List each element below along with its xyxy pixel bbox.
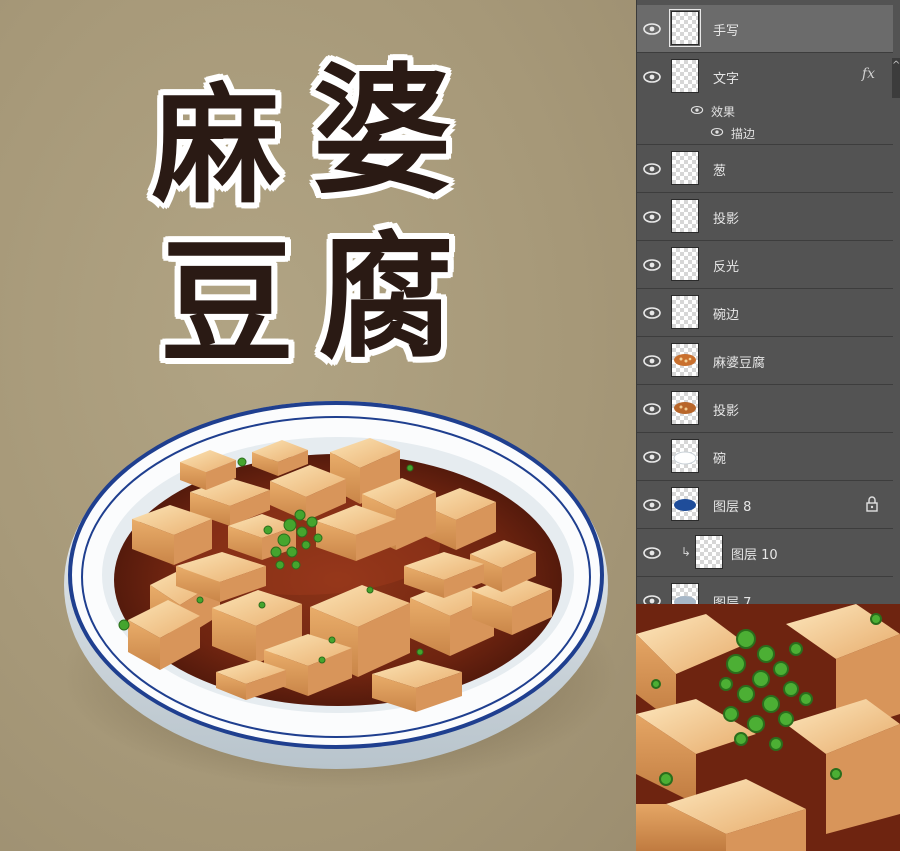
eye-icon[interactable] [641,591,663,604]
layer-row-bowl-edge[interactable]: 碗边 [637,289,893,337]
stroke-effect-label[interactable]: 描边 [731,125,755,142]
mapo-tofu-bowl [64,401,608,769]
layer-name: 图层 8 [713,500,752,515]
layer-thumbnail [671,487,699,521]
artwork-canvas[interactable]: 麻 豆 婆 腐 [0,0,636,851]
layer-thumbnail [671,59,699,93]
layer-thumbnail [671,295,699,329]
eye-icon[interactable] [641,351,663,371]
layer-name: 投影 [713,404,740,419]
eye-icon[interactable] [641,255,663,275]
eye-icon[interactable] [641,543,663,563]
layer-name: 麻婆豆腐 [713,356,766,371]
stroke-eye-icon[interactable] [709,125,725,139]
zoom-preview-image [636,604,900,851]
eye-icon[interactable] [641,495,663,515]
eye-icon[interactable] [641,159,663,179]
effects-eye-icon[interactable] [689,103,705,117]
layer-thumbnail [671,439,699,473]
layer-thumbnail [695,535,723,569]
layer-name: 投影 [713,212,740,227]
layer-row-layer-7[interactable]: 图层 7 [637,577,893,604]
layer-thumbnail [671,199,699,233]
layer-row-text[interactable]: 文字 fx 效果 描边 [637,53,893,145]
eye-icon[interactable] [641,303,663,323]
layer-row-shadow[interactable]: 投影 [637,193,893,241]
layer-row-bowl[interactable]: 碗 [637,433,893,481]
zoom-preview [636,604,900,851]
layer-row-mapo-tofu[interactable]: 麻婆豆腐 [637,337,893,385]
layer-name: 反光 [713,260,740,275]
layer-thumbnail [669,9,701,47]
eye-icon[interactable] [641,207,663,227]
layer-name: 碗 [713,452,727,467]
layer-row-shadow-2[interactable]: 投影 [637,385,893,433]
fx-icon[interactable]: fx [862,66,875,82]
layer-thumbnail [671,247,699,281]
layers-panel: 手写 文字 fx 效果 描边 葱 投影 反光 碗边 麻婆豆腐 投影 碗 图层 8… [636,0,900,604]
eye-icon[interactable] [641,19,663,39]
eye-icon[interactable] [641,447,663,467]
layer-name: 图层 7 [713,596,752,604]
effects-label: 效果 [711,105,736,119]
layer-row-layer-10[interactable]: ↳ 图层 10 [637,529,893,577]
layer-name: 文字 [713,72,740,87]
layer-name: 葱 [713,164,727,179]
scroll-up-icon[interactable]: ^ [892,60,900,71]
layer-row-reflection[interactable]: 反光 [637,241,893,289]
layer-name: 碗边 [713,308,740,323]
layer-thumbnail [671,391,699,425]
layer-row-scallion[interactable]: 葱 [637,145,893,193]
clipping-mask-icon: ↳ [681,545,692,559]
eye-icon[interactable] [641,67,663,87]
layer-thumbnail [671,343,699,377]
layer-name: 手写 [713,24,740,39]
layer-row-layer-8[interactable]: 图层 8 [637,481,893,529]
layer-row-handwriting[interactable]: 手写 [637,5,893,53]
eye-icon[interactable] [641,399,663,419]
layer-name: 图层 10 [731,548,778,563]
layer-thumbnail [671,151,699,185]
lock-icon[interactable] [865,496,879,512]
layer-thumbnail [671,583,699,604]
